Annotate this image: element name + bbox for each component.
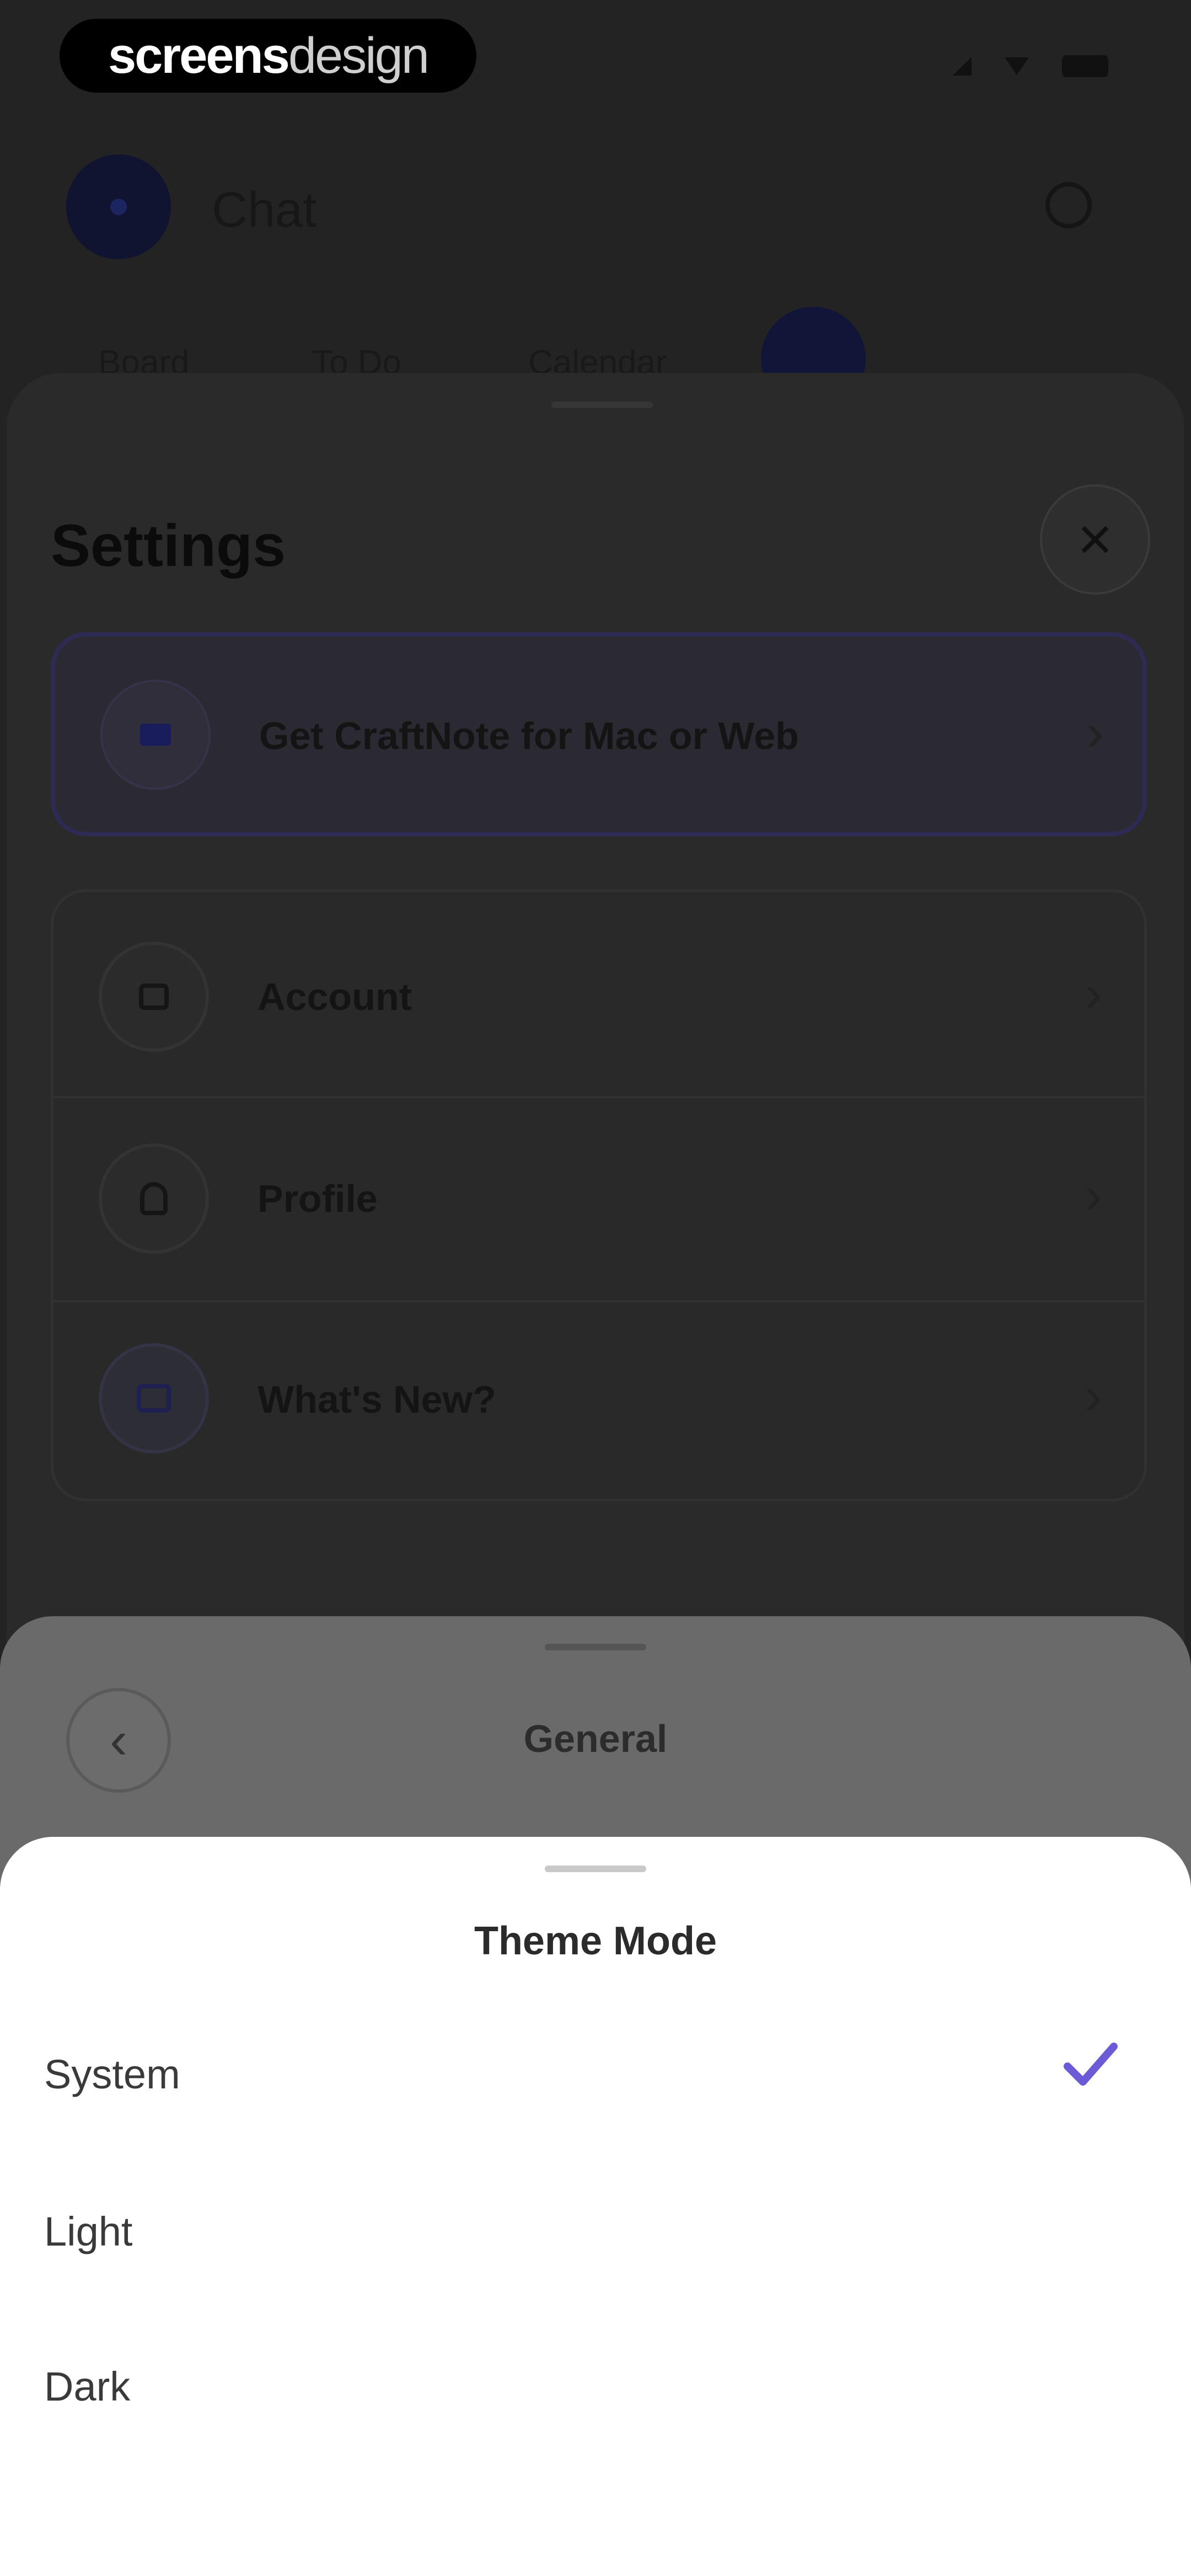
theme-mode-title: Theme Mode [474,1919,717,1963]
theme-option-label: System [44,2051,180,2097]
avatar-icon [110,199,127,215]
watermark-part-1: screens [108,27,290,84]
theme-option-system[interactable]: System [0,2002,1191,2140]
status-bar-icons [953,55,1108,77]
chevron-right-icon: › [1085,964,1102,1023]
theme-option-light[interactable]: Light [0,2160,1191,2297]
settings-title: Settings [51,512,286,579]
sheet-grabber[interactable] [545,1866,646,1872]
profile-icon-circle [99,1143,209,1254]
person-icon [140,1182,168,1215]
settings-list: Account › Profile › What's New? › [51,889,1147,1501]
account-icon-circle [99,942,209,1052]
settings-item-whats-new[interactable]: What's New? › [53,1300,1144,1504]
screensdesign-watermark: screens design [60,19,476,93]
general-title: General [523,1717,668,1760]
settings-item-label: Profile [257,1177,378,1220]
news-icon [137,1384,171,1413]
chevron-right-icon: › [1085,1366,1102,1425]
theme-option-label: Light [44,2209,133,2254]
promo-label: Get CraftNote for Mac or Web [259,714,799,757]
promo-icon-circle [100,680,211,790]
theme-option-label: Dark [44,2364,131,2409]
settings-item-label: Account [257,975,412,1018]
theme-option-dark[interactable]: Dark [0,2315,1191,2452]
laptop-icon [140,724,171,746]
chevron-right-icon: › [1085,1166,1102,1225]
sheet-grabber[interactable] [551,402,653,408]
get-craftnote-banner[interactable]: Get CraftNote for Mac or Web › [51,632,1147,836]
whats-new-icon-circle [99,1343,209,1453]
close-icon: × [1077,505,1113,573]
close-button[interactable]: × [1040,484,1150,595]
theme-mode-sheet: Theme Mode System Light Dark [0,1837,1191,2576]
battery-icon [1062,55,1108,77]
settings-item-profile[interactable]: Profile › [53,1096,1144,1300]
settings-item-account[interactable]: Account › [53,892,1144,1096]
watermark-part-2: design [288,27,430,84]
chevron-right-icon: › [1086,703,1104,762]
avatar[interactable] [66,154,171,259]
settings-item-label: What's New? [257,1378,496,1421]
wifi-icon [1005,57,1029,75]
gear-icon[interactable] [1045,182,1092,228]
checkmark-icon [1064,2043,1118,2086]
page-title: Chat [212,183,317,238]
lock-icon [139,984,169,1010]
sheet-grabber[interactable] [545,1644,646,1650]
signal-icon [953,57,972,76]
